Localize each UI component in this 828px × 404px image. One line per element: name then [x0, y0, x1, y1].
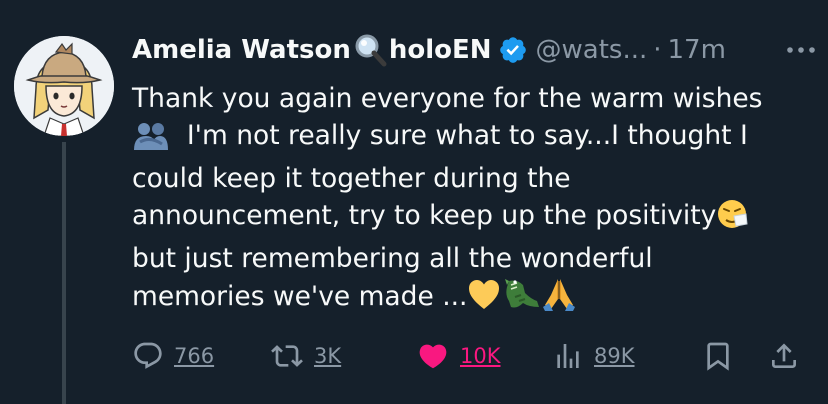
bookmark-button[interactable] [702, 338, 734, 374]
display-name[interactable]: Amelia Watson [132, 35, 351, 65]
share-icon [768, 340, 800, 372]
tweet-line-4: announcement, try to keep up the positiv… [132, 197, 822, 240]
views-button[interactable]: 89K [552, 338, 635, 374]
yellow-heart-emoji-icon [467, 279, 501, 321]
views-icon [552, 340, 584, 372]
tweet-line-3: could keep it together during the [132, 163, 571, 194]
tweet[interactable]: Amelia Watson holoEN @wats... · 17m Than… [0, 0, 828, 404]
tweet-line-6: memories we've made ... [132, 277, 822, 321]
tweet-text: Thank you again everyone for the warm wi… [132, 80, 822, 321]
repost-icon [270, 340, 304, 372]
tweet-line-6-text: memories we've made ... [132, 281, 468, 312]
timestamp[interactable]: 17m [668, 35, 726, 65]
avatar-image [14, 36, 114, 136]
tweet-line-4-text: announcement, try to keep up the positiv… [132, 200, 717, 231]
affiliation-label[interactable]: holoEN [389, 35, 492, 65]
bookmark-icon [702, 340, 734, 372]
folded-hands-emoji-icon [541, 277, 577, 321]
repost-button[interactable]: 3K [270, 338, 341, 374]
separator-dot: · [653, 35, 662, 65]
like-button[interactable]: 10K [416, 338, 501, 374]
sneezing-face-emoji-icon [716, 198, 748, 240]
more-icon[interactable] [784, 38, 818, 62]
magnifying-glass-icon [353, 33, 387, 67]
tweet-header: Amelia Watson holoEN @wats... · 17m [132, 28, 822, 72]
like-count[interactable]: 10K [460, 344, 501, 368]
heart-icon [416, 340, 450, 372]
verified-badge-icon[interactable] [498, 35, 528, 65]
people-hugging-emoji-icon [132, 122, 170, 160]
reply-count[interactable]: 766 [174, 344, 214, 368]
tweet-line-2: I'm not really sure what to say...I thou… [132, 117, 822, 160]
tweet-line-1: Thank you again everyone for the warm wi… [132, 83, 763, 114]
reply-icon [132, 340, 164, 372]
avatar[interactable] [14, 36, 114, 136]
crocodile-emoji-icon [501, 277, 541, 321]
tweet-line-5: but just remembering all the wonderful [132, 243, 653, 274]
reply-button[interactable]: 766 [132, 338, 214, 374]
tweet-line-2-text: I'm not really sure what to say...I thou… [186, 120, 748, 151]
thread-line [62, 142, 66, 404]
views-count[interactable]: 89K [594, 344, 635, 368]
repost-count[interactable]: 3K [314, 344, 341, 368]
share-button[interactable] [768, 338, 800, 374]
user-handle[interactable]: @wats... [536, 35, 648, 65]
tweet-actions: 766 3K 10K 89K [132, 338, 822, 374]
